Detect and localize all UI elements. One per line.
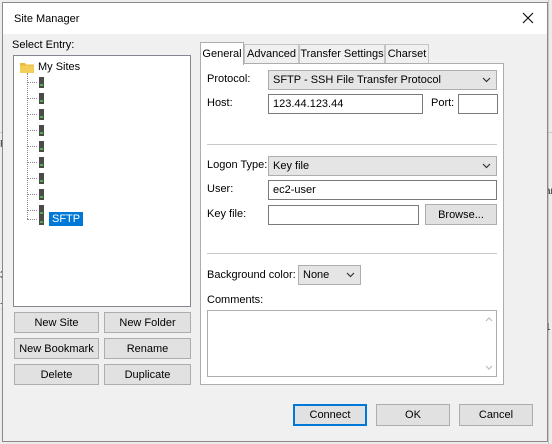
tree-site-item[interactable]: [27, 76, 57, 90]
folder-icon: [20, 63, 34, 73]
chevron-down-icon: [482, 77, 491, 83]
chevron-up-icon: [485, 317, 493, 322]
logon-type-value: Key file: [273, 160, 310, 172]
cancel-button[interactable]: Cancel: [459, 404, 533, 426]
comments-label: Comments:: [207, 294, 264, 306]
chevron-down-icon: [482, 163, 491, 169]
tab-charset[interactable]: Charset: [385, 44, 429, 65]
server-icon: [39, 77, 44, 88]
protocol-value: SFTP - SSH File Transfer Protocol: [273, 74, 441, 86]
background-color-select[interactable]: None: [298, 265, 361, 285]
duplicate-button[interactable]: Duplicate: [104, 364, 191, 385]
chevron-down-icon: [485, 365, 493, 370]
host-value: 123.44.123.44: [273, 98, 344, 110]
comments-scrollbar[interactable]: [482, 311, 496, 376]
background-color-value: None: [303, 269, 330, 281]
tree-site-item[interactable]: [27, 124, 57, 138]
general-panel: Protocol: SFTP - SSH File Transfer Proto…: [200, 63, 504, 385]
protocol-label: Protocol:: [207, 73, 251, 85]
dialog-title: Site Manager: [14, 13, 80, 25]
server-icon: [39, 189, 44, 200]
host-label: Host:: [207, 97, 233, 109]
new-site-button[interactable]: New Site: [14, 312, 99, 333]
connect-button[interactable]: Connect: [293, 404, 367, 426]
tree-site-item[interactable]: [27, 92, 57, 106]
title-bar: Site Manager: [3, 3, 547, 34]
separator: [207, 253, 497, 255]
server-icon: [39, 157, 44, 168]
tree-site-item[interactable]: [27, 188, 57, 202]
host-field[interactable]: 123.44.123.44: [268, 94, 423, 114]
browse-button[interactable]: Browse...: [425, 204, 497, 225]
site-tree[interactable]: My Sites SFTP: [13, 55, 191, 307]
server-icon: [39, 93, 44, 104]
tab-advanced[interactable]: Advanced: [244, 44, 299, 65]
server-icon: [39, 141, 44, 152]
port-label: Port:: [431, 97, 455, 109]
tree-root-label: My Sites: [38, 61, 81, 73]
delete-button[interactable]: Delete: [14, 364, 99, 385]
tree-site-item[interactable]: [27, 140, 57, 154]
select-entry-label: Select Entry:: [12, 39, 75, 51]
server-icon: [39, 125, 44, 136]
tree-site-item-selected[interactable]: SFTP: [27, 212, 107, 226]
tree-site-item[interactable]: [27, 108, 57, 122]
user-field[interactable]: ec2-user: [268, 180, 497, 200]
new-folder-button[interactable]: New Folder: [104, 312, 191, 333]
key-file-label: Key file:: [207, 208, 247, 220]
server-icon: [39, 109, 44, 120]
tree-root-my-sites[interactable]: My Sites: [20, 60, 140, 74]
logon-type-label: Logon Type:: [207, 159, 268, 171]
site-manager-dialog: Site Manager Select Entry: My Sites SFTP…: [2, 2, 548, 442]
logon-type-select[interactable]: Key file: [268, 156, 497, 176]
protocol-select[interactable]: SFTP - SSH File Transfer Protocol: [268, 70, 497, 90]
background-color-label: Background color:: [207, 269, 296, 281]
rename-button[interactable]: Rename: [104, 338, 191, 359]
ok-button[interactable]: OK: [376, 404, 450, 426]
chevron-down-icon: [346, 272, 355, 278]
server-icon: [39, 214, 44, 225]
key-file-field[interactable]: [268, 205, 419, 225]
tree-selected-label: SFTP: [49, 212, 84, 226]
comments-field[interactable]: [207, 310, 497, 377]
user-value: ec2-user: [273, 184, 316, 196]
tab-general[interactable]: General: [200, 42, 244, 65]
tab-transfer-settings[interactable]: Transfer Settings: [299, 44, 385, 65]
tree-site-item[interactable]: [27, 172, 57, 186]
port-field[interactable]: [458, 94, 498, 114]
tree-site-item[interactable]: [27, 156, 57, 170]
background-divider: [548, 0, 549, 444]
separator: [207, 144, 497, 146]
new-bookmark-button[interactable]: New Bookmark: [14, 338, 99, 359]
close-icon[interactable]: [517, 8, 539, 28]
server-icon: [39, 173, 44, 184]
user-label: User:: [207, 183, 234, 195]
